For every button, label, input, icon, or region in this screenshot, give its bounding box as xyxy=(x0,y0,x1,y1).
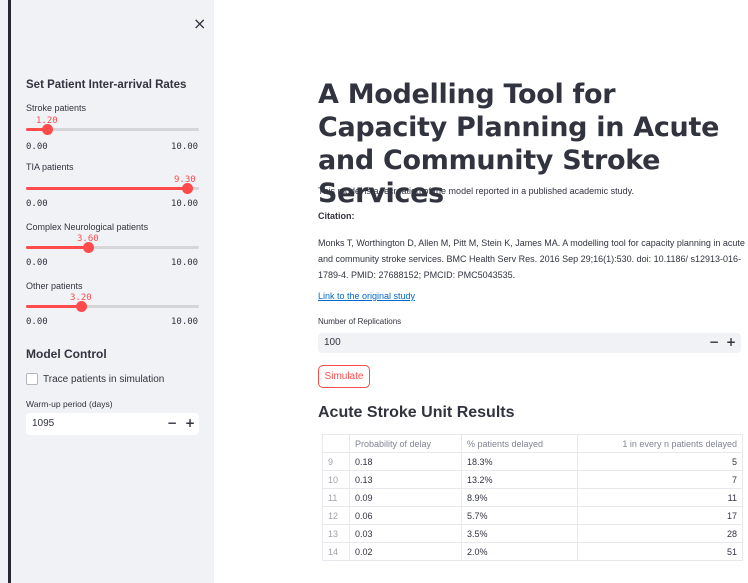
tia-slider-min: 0.00 xyxy=(26,199,48,209)
other-slider-min: 0.00 xyxy=(26,317,48,327)
row-index: 14 xyxy=(322,542,350,561)
sidebar: × Set Patient Inter-arrival Rates Stroke… xyxy=(0,0,214,583)
slider-thumb[interactable] xyxy=(76,301,87,312)
cell-one-in-n: 28 xyxy=(577,524,743,543)
cell-percent: 13.2% xyxy=(461,470,578,489)
citation-heading: Citation: xyxy=(318,211,355,221)
cell-probability: 0.03 xyxy=(349,524,462,543)
rates-heading: Set Patient Inter-arrival Rates xyxy=(26,79,187,91)
trace-checkbox-label: Trace patients in simulation xyxy=(43,374,165,385)
table-row: 12 0.06 5.7% 17 xyxy=(322,506,743,525)
slider-thumb[interactable] xyxy=(182,183,193,194)
complex-neuro-slider-max: 10.00 xyxy=(171,258,199,268)
cell-percent: 3.5% xyxy=(461,524,578,543)
trace-checkbox[interactable] xyxy=(26,373,38,385)
cell-percent: 2.0% xyxy=(461,542,578,561)
row-index: 9 xyxy=(322,452,350,471)
table-row: 10 0.13 13.2% 7 xyxy=(322,470,743,489)
slider-thumb[interactable] xyxy=(83,242,94,253)
replications-input[interactable]: 100 − + xyxy=(318,333,741,353)
tia-slider-label: TIA patients xyxy=(26,162,74,172)
table-header-percent: % patients delayed xyxy=(461,434,578,453)
simulate-button[interactable]: Simulate xyxy=(318,365,370,388)
results-table: Probability of delay % patients delayed … xyxy=(322,434,743,561)
complex-neuro-slider[interactable] xyxy=(26,242,199,253)
cell-one-in-n: 11 xyxy=(577,488,743,507)
results-heading: Acute Stroke Unit Results xyxy=(318,404,515,421)
slider-fill xyxy=(26,305,81,308)
stroke-slider-min: 0.00 xyxy=(26,142,48,152)
replications-label: Number of Replications xyxy=(318,317,402,326)
cell-percent: 18.3% xyxy=(461,452,578,471)
cell-one-in-n: 7 xyxy=(577,470,743,489)
table-row: 14 0.02 2.0% 51 xyxy=(322,542,743,561)
replications-decrement-button[interactable]: − xyxy=(709,335,719,349)
replications-value: 100 xyxy=(324,337,341,348)
complex-neuro-slider-min: 0.00 xyxy=(26,258,48,268)
row-index: 10 xyxy=(322,470,350,489)
table-header-row: Probability of delay % patients delayed … xyxy=(322,434,743,453)
other-slider-label: Other patients xyxy=(26,281,83,291)
slider-fill xyxy=(26,187,187,190)
cell-one-in-n: 51 xyxy=(577,542,743,561)
tia-slider-max: 10.00 xyxy=(171,199,199,209)
other-slider[interactable] xyxy=(26,301,199,312)
warmup-increment-button[interactable]: + xyxy=(185,416,195,430)
warmup-input[interactable]: 1095 − + xyxy=(26,413,199,435)
citation-text: Monks T, Worthington D, Allen M, Pitt M,… xyxy=(318,238,745,280)
model-control-heading: Model Control xyxy=(26,347,107,361)
stroke-slider-label: Stroke patients xyxy=(26,103,87,113)
row-index: 11 xyxy=(322,488,350,507)
row-index: 13 xyxy=(322,524,350,543)
table-header-one-in-n: 1 in every n patients delayed xyxy=(577,434,743,453)
table-header-probability: Probability of delay xyxy=(349,434,462,453)
cell-probability: 0.06 xyxy=(349,506,462,525)
cell-probability: 0.18 xyxy=(349,452,462,471)
stroke-slider[interactable] xyxy=(26,124,199,135)
warmup-label: Warm-up period (days) xyxy=(26,399,113,409)
cell-one-in-n: 17 xyxy=(577,506,743,525)
warmup-decrement-button[interactable]: − xyxy=(167,416,177,430)
cell-percent: 8.9% xyxy=(461,488,578,507)
intro-text: This model is a recreation of the model … xyxy=(318,186,635,196)
sidebar-edge xyxy=(8,0,11,583)
close-icon[interactable]: × xyxy=(193,14,206,33)
cell-one-in-n: 5 xyxy=(577,452,743,471)
slider-fill xyxy=(26,246,88,249)
row-index: 12 xyxy=(322,506,350,525)
warmup-value: 1095 xyxy=(32,418,55,429)
table-row: 9 0.18 18.3% 5 xyxy=(322,452,743,471)
cell-percent: 5.7% xyxy=(461,506,578,525)
cell-probability: 0.02 xyxy=(349,542,462,561)
cell-probability: 0.13 xyxy=(349,470,462,489)
stroke-slider-max: 10.00 xyxy=(171,142,199,152)
complex-neuro-slider-label: Complex Neurological patients xyxy=(26,222,149,232)
table-row: 11 0.09 8.9% 11 xyxy=(322,488,743,507)
table-row: 13 0.03 3.5% 28 xyxy=(322,524,743,543)
table-header-index xyxy=(322,434,350,453)
replications-increment-button[interactable]: + xyxy=(726,335,736,349)
slider-thumb[interactable] xyxy=(42,124,53,135)
cell-probability: 0.09 xyxy=(349,488,462,507)
other-slider-max: 10.00 xyxy=(171,317,199,327)
original-study-link[interactable]: Link to the original study xyxy=(318,291,415,301)
tia-slider[interactable] xyxy=(26,183,199,194)
